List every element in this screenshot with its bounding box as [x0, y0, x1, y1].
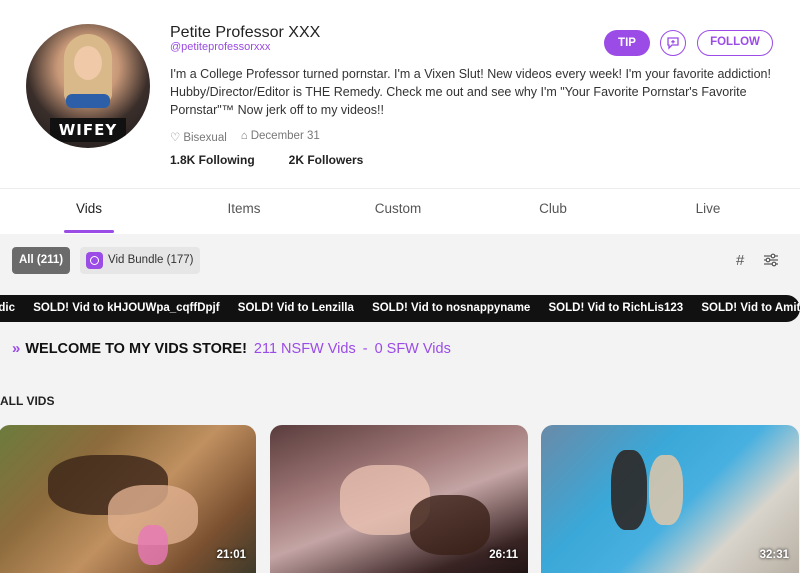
ticker-item: SOLD! Vid to Amiteee1: [701, 302, 800, 314]
thumbnail-figure: [649, 455, 683, 525]
tab-vids-label: Vids: [75, 201, 103, 216]
store-welcome: » WELCOME TO MY VIDS STORE! 211 NSFW Vid…: [12, 340, 451, 357]
sales-ticker: edic SOLD! Vid to kHJOUWpa_cqffDpjf SOLD…: [0, 295, 800, 322]
profile-handle[interactable]: @petiteprofessorxxx: [170, 41, 270, 53]
filter-bundle-chip[interactable]: Vid Bundle (177): [80, 247, 201, 274]
profile-bio: I'm a College Professor turned pornstar.…: [170, 67, 771, 117]
message-button[interactable]: [660, 30, 686, 56]
nsfw-count-link[interactable]: 211 NSFW Vids: [254, 341, 356, 357]
video-card[interactable]: 21:01: [0, 425, 256, 573]
sfw-count-link[interactable]: 0 SFW Vids: [375, 341, 451, 357]
tab-live[interactable]: Live: [653, 189, 763, 235]
ticker-item: SOLD! Vid to nosnappyname: [372, 302, 531, 314]
tab-club[interactable]: Club: [498, 189, 608, 235]
orientation: ♡ Bisexual: [170, 130, 227, 144]
followers-count[interactable]: 2K Followers: [289, 153, 364, 167]
gift-icon: ⌂: [240, 130, 248, 142]
ticker-item: SOLD! Vid to kHJOUWpa_cqffDpjf: [33, 302, 220, 314]
avatar-badge: WIFEY: [50, 118, 126, 142]
thumbnail-figure: [138, 525, 168, 565]
heart-icon: ♡: [170, 132, 181, 144]
tab-custom[interactable]: Custom: [343, 189, 453, 235]
tab-items[interactable]: Items: [189, 189, 299, 235]
profile-meta: ♡ Bisexual ⌂ December 31: [170, 130, 320, 144]
avatar[interactable]: WIFEY: [26, 24, 150, 148]
video-card[interactable]: 32:31: [541, 425, 799, 573]
following-count[interactable]: 1.8K Following: [170, 153, 255, 167]
tab-vids[interactable]: Vids: [34, 189, 144, 235]
ticker-item: SOLD! Vid to RichLis123: [548, 302, 684, 314]
profile-header: WIFEY Petite Professor XXX @petiteprofes…: [0, 0, 800, 188]
thumbnail-figure: [410, 495, 490, 555]
video-card[interactable]: 26:11: [270, 425, 528, 573]
profile-name: Petite Professor XXX: [170, 24, 321, 41]
section-title: ALL VIDS: [0, 394, 55, 408]
tip-button[interactable]: TIP: [604, 30, 650, 56]
filter-bundle-label: Vid Bundle (177): [108, 254, 194, 266]
video-duration: 21:01: [216, 549, 246, 561]
filter-sliders-icon[interactable]: [763, 252, 779, 268]
avatar-face: [74, 46, 102, 80]
follow-stats: 1.8K Following 2K Followers: [170, 153, 363, 167]
orientation-label: Bisexual: [183, 132, 227, 144]
follow-button[interactable]: FOLLOW: [697, 30, 773, 56]
birthday: ⌂ December 31: [241, 130, 320, 144]
video-duration: 26:11: [489, 549, 518, 561]
avatar-outfit: [66, 94, 110, 108]
filter-all-chip[interactable]: All (211): [12, 247, 71, 274]
double-chevron-icon: »: [12, 340, 21, 357]
ticker-item: edic: [0, 302, 16, 314]
hashtag-icon[interactable]: #: [736, 252, 744, 269]
content-tabs: Vids Items Custom Club Live: [0, 188, 800, 234]
active-tab-indicator: [64, 230, 114, 233]
birthday-label: December 31: [250, 130, 320, 142]
thumbnail-figure: [611, 450, 647, 530]
ticker-item: SOLD! Vid to Lenzilla: [237, 302, 354, 314]
bundle-icon: [86, 252, 103, 269]
welcome-title: WELCOME TO MY VIDS STORE!: [25, 340, 247, 357]
video-duration: 32:31: [759, 549, 789, 561]
chat-icon: [667, 37, 679, 50]
welcome-separator: -: [362, 340, 368, 357]
